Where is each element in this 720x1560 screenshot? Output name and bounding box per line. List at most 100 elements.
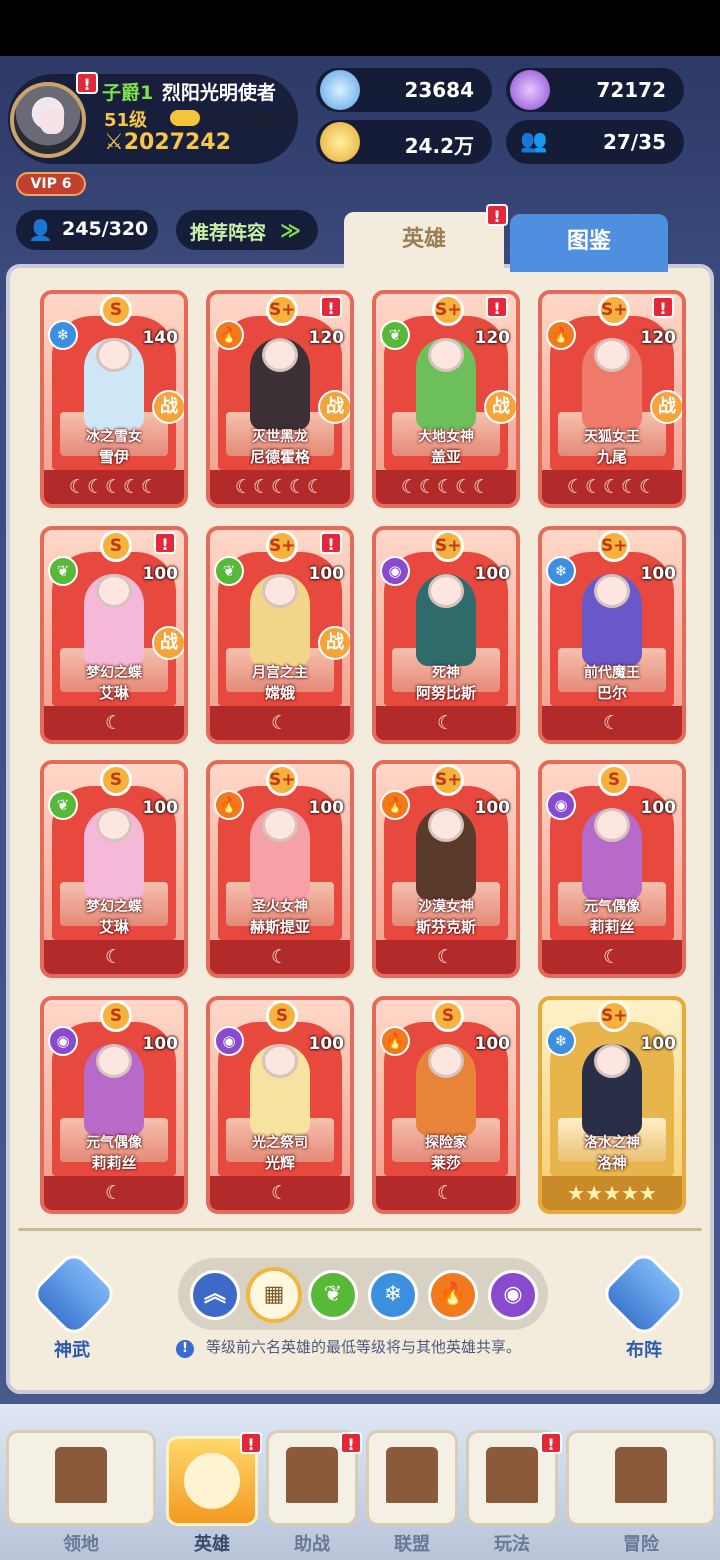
player-avatar[interactable] (10, 82, 86, 158)
hero-portrait (250, 338, 310, 430)
grade-badge: S+ (432, 530, 464, 562)
nav-label: 英雄 (194, 1534, 230, 1555)
nav-label: 玩法 (494, 1534, 530, 1555)
moon-rating: ☾ (436, 1182, 456, 1204)
dark-element-icon[interactable]: ◉ (488, 1270, 538, 1320)
hero-head (96, 338, 132, 372)
hero-head (262, 808, 298, 842)
hero-card[interactable]: S+ ❦ 120 战大地女神 盖亚 ☾☾☾☾☾! (372, 290, 520, 508)
hero-card[interactable]: S+ ❦ 100 战月宫之主 嫦娥 ☾! (206, 526, 354, 744)
hero-card[interactable]: S+ ❄ 100 前代魔王 巴尔 ☾ (538, 526, 686, 744)
grade-badge: S+ (432, 764, 464, 796)
nav-label: 助战 (294, 1534, 330, 1555)
moon-rating: ☾ (602, 712, 622, 734)
wind-element-icon: ❦ (380, 320, 410, 350)
resource-friends[interactable]: 👥 27/35 (506, 120, 684, 164)
hero-card[interactable]: S 🔥 100 探险家 莱莎 ☾ (372, 996, 520, 1214)
player-level: 51级 (104, 110, 148, 131)
nav-label: 领地 (63, 1534, 99, 1555)
ice-element-icon[interactable]: ❄ (368, 1270, 418, 1320)
tab-heroes-alert: ! (486, 204, 508, 226)
hero-portrait (250, 1044, 310, 1136)
nav-item[interactable] (366, 1430, 458, 1526)
resource-star-crystal[interactable]: 23684 (316, 68, 492, 112)
profile-alert-badge: ! (76, 72, 98, 94)
hero-card[interactable]: S ◉ 100 元气偶像 莉莉丝 ☾ (40, 996, 188, 1214)
hero-count-pill[interactable]: 👤 245/320 (16, 210, 158, 250)
hero-portrait (582, 574, 642, 666)
moon-rating: ☾ (270, 946, 290, 968)
grid-all-icon[interactable]: ▦ (246, 1267, 302, 1323)
hero-alert-badge: ! (652, 296, 674, 318)
grade-badge: S+ (598, 530, 630, 562)
hero-card[interactable]: S+ 🔥 120 战天狐女王 九尾 ☾☾☾☾☾! (538, 290, 686, 508)
recommend-lineup-button[interactable]: 推荐阵容 ≫ (176, 210, 318, 250)
hero-name: 雪伊 (98, 448, 129, 466)
hero-name: 莉莉丝 (589, 918, 635, 936)
hero-card[interactable]: S+ 🔥 100 沙漠女神 斯芬克斯 ☾ (372, 760, 520, 978)
hero-card[interactable]: S+ 🔥 120 战灭世黑龙 尼德霍格 ☾☾☾☾☾! (206, 290, 354, 508)
in-battle-badge: 战 (318, 626, 350, 660)
in-battle-badge: 战 (152, 390, 184, 424)
hero-title: 元气偶像 (86, 1135, 142, 1151)
nav-item[interactable] (566, 1430, 716, 1526)
nav-icon (184, 1453, 240, 1509)
sword-icon: ⚔ (104, 130, 124, 155)
hero-head (262, 1044, 298, 1078)
collapse-up-icon[interactable]: ︽ (190, 1270, 240, 1320)
hero-portrait (416, 338, 476, 430)
fire-element-icon: 🔥 (214, 790, 244, 820)
fire-element-icon[interactable]: 🔥 (428, 1270, 478, 1320)
hero-alert-badge: ! (486, 296, 508, 318)
hero-level: 100 (142, 1034, 179, 1054)
moon-rating: ☾ (436, 712, 456, 734)
hero-card[interactable]: S ❦ 100 战梦幻之蝶 艾琳 ☾! (40, 526, 188, 744)
hero-head (428, 1044, 464, 1078)
player-rank: 子爵1 (102, 82, 154, 104)
ice-element-icon: ❄ (546, 1026, 576, 1056)
fire-element-icon: 🔥 (214, 320, 244, 350)
hero-head (594, 1044, 630, 1078)
hero-card[interactable]: S+ 🔥 100 圣火女神 赫斯提亚 ☾ (206, 760, 354, 978)
hero-portrait (416, 574, 476, 666)
fire-element-icon: 🔥 (546, 320, 576, 350)
nav-icon (55, 1447, 107, 1503)
hero-name: 巴尔 (596, 684, 627, 702)
ice-element-icon: ❄ (48, 320, 78, 350)
hero-name: 嫦娥 (264, 684, 295, 702)
hero-card[interactable]: S+ ◉ 100 死神 阿努比斯 ☾ (372, 526, 520, 744)
resource-purple-gem[interactable]: 72172 (506, 68, 684, 112)
in-battle-badge: 战 (484, 390, 516, 424)
vip-badge[interactable]: VIP 6 (16, 172, 86, 196)
resource-gold-coin[interactable]: 24.2万 (316, 120, 492, 164)
in-battle-badge: 战 (152, 626, 184, 660)
moon-rating: ☾ (104, 946, 124, 968)
tab-heroes[interactable]: 英雄 (344, 212, 504, 274)
moon-rating: ☾ (270, 1182, 290, 1204)
hero-portrait (250, 574, 310, 666)
hero-head (96, 808, 132, 842)
level-share-notice: ! 等级前六名英雄的最低等级将与其他英雄共享。 (176, 1336, 521, 1358)
nav-icon (286, 1447, 338, 1503)
star-rating: ★★★★★ (567, 1181, 657, 1205)
moon-rating: ☾☾☾☾☾ (68, 476, 160, 498)
hero-name: 光辉 (264, 1154, 295, 1172)
hero-head (428, 808, 464, 842)
hero-card[interactable]: S+ ❄ 100 洛水之神 洛神 ★★★★★ (538, 996, 686, 1214)
hero-portrait (84, 338, 144, 430)
hero-card[interactable]: S ◉ 100 元气偶像 莉莉丝 ☾ (538, 760, 686, 978)
hero-card[interactable]: S ❄ 140 战冰之雪女 雪伊 ☾☾☾☾☾ (40, 290, 188, 508)
formation-label: 布阵 (626, 1340, 662, 1361)
hero-portrait (416, 1044, 476, 1136)
hero-card[interactable]: S ❦ 100 梦幻之蝶 艾琳 ☾ (40, 760, 188, 978)
fire-element-icon: 🔥 (380, 790, 410, 820)
tab-album[interactable]: 图鉴 (510, 214, 668, 272)
hero-level: 120 (640, 328, 677, 348)
hero-card[interactable]: S ◉ 100 光之祭司 光辉 ☾ (206, 996, 354, 1214)
nav-item[interactable] (6, 1430, 156, 1526)
hero-title: 元气偶像 (584, 899, 640, 915)
divine-weapon-label: 神武 (54, 1340, 90, 1361)
dark-element-icon: ◉ (48, 1026, 78, 1056)
grade-badge: S (100, 530, 132, 562)
wind-element-icon[interactable]: ❦ (308, 1270, 358, 1320)
